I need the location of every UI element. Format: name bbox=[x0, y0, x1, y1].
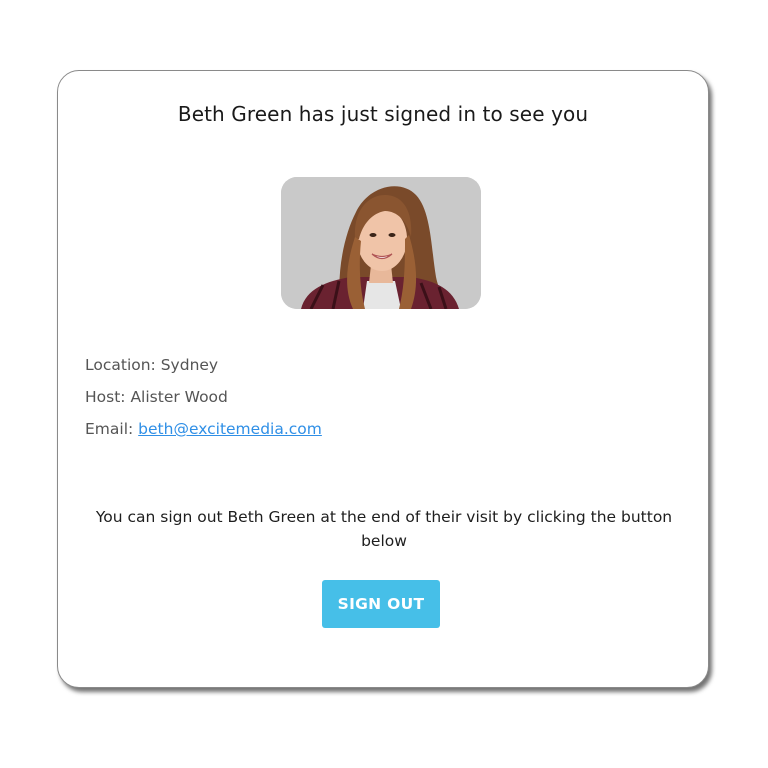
email-row: Email: beth@excitemedia.com bbox=[85, 418, 322, 450]
visitor-details: Location: Sydney Host: Alister Wood Emai… bbox=[85, 354, 322, 450]
host-label: Host: bbox=[85, 388, 126, 406]
visitor-signin-card: Beth Green has just signed in to see you bbox=[57, 70, 709, 688]
host-row: Host: Alister Wood bbox=[85, 386, 322, 418]
visitor-photo bbox=[281, 177, 481, 309]
location-row: Location: Sydney bbox=[85, 354, 322, 386]
visitor-portrait-image bbox=[281, 177, 481, 309]
host-value: Alister Wood bbox=[130, 388, 228, 406]
notification-heading: Beth Green has just signed in to see you bbox=[177, 102, 589, 126]
email-link[interactable]: beth@excitemedia.com bbox=[138, 420, 322, 438]
signout-instructions: You can sign out Beth Green at the end o… bbox=[95, 508, 673, 550]
location-value: Sydney bbox=[160, 356, 219, 374]
email-label: Email: bbox=[85, 420, 134, 438]
sign-out-button[interactable]: SIGN OUT bbox=[322, 580, 440, 628]
location-label: Location: bbox=[85, 356, 156, 374]
